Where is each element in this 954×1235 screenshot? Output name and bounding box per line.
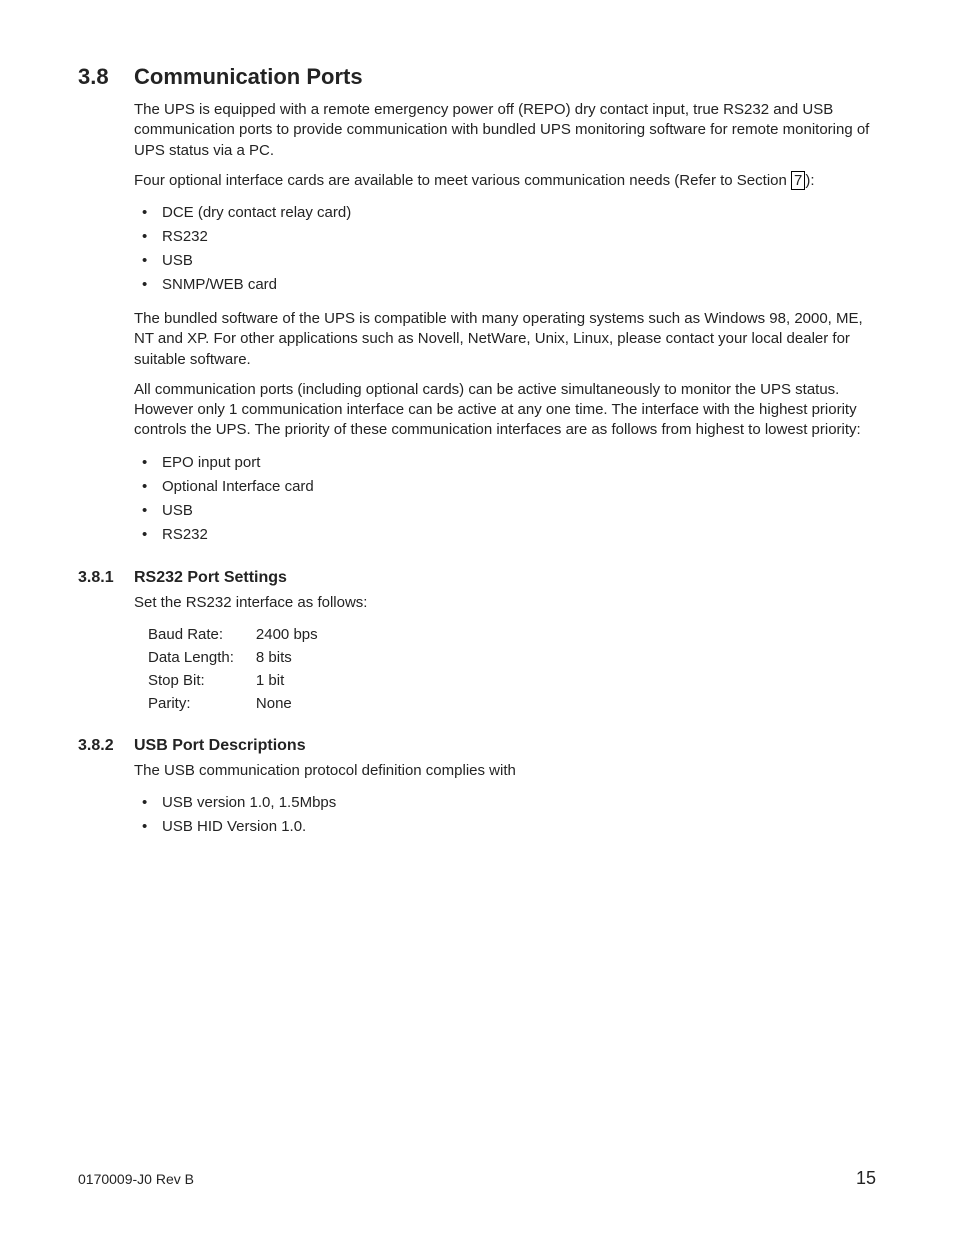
- list-item: Optional Interface card: [134, 475, 876, 499]
- paragraph: Four optional interface cards are availa…: [134, 171, 876, 191]
- section-title: Communication Ports: [134, 64, 363, 90]
- list-item: USB: [134, 249, 876, 273]
- list-item: USB HID Version 1.0.: [134, 815, 876, 839]
- setting-label: Stop Bit:: [148, 669, 256, 692]
- table-row: Stop Bit: 1 bit: [148, 669, 340, 692]
- text: Four optional interface cards are availa…: [134, 172, 791, 189]
- table-row: Parity: None: [148, 692, 340, 715]
- list-item: RS232: [134, 225, 876, 249]
- setting-label: Baud Rate:: [148, 623, 256, 646]
- paragraph: The bundled software of the UPS is compa…: [134, 309, 876, 370]
- section-body: The UPS is equipped with a remote emerge…: [134, 100, 876, 547]
- usb-compliance-list: USB version 1.0, 1.5Mbps USB HID Version…: [134, 791, 876, 839]
- setting-value: 2400 bps: [256, 623, 340, 646]
- subsection-body: The USB communication protocol definitio…: [134, 761, 876, 839]
- setting-label: Data Length:: [148, 646, 256, 669]
- subsection-number: 3.8.2: [78, 737, 134, 755]
- table-row: Data Length: 8 bits: [148, 646, 340, 669]
- paragraph: Set the RS232 interface as follows:: [134, 593, 876, 613]
- list-item: USB: [134, 499, 876, 523]
- text: ):: [805, 172, 814, 189]
- section-number: 3.8: [78, 64, 134, 90]
- subsection-title: RS232 Port Settings: [134, 569, 287, 587]
- setting-value: 8 bits: [256, 646, 340, 669]
- list-item: DCE (dry contact relay card): [134, 201, 876, 225]
- section-heading: 3.8 Communication Ports: [78, 64, 876, 90]
- document-id: 0170009-J0 Rev B: [78, 1171, 194, 1187]
- setting-value: 1 bit: [256, 669, 340, 692]
- setting-value: None: [256, 692, 340, 715]
- page-footer: 0170009-J0 Rev B 15: [78, 1168, 876, 1189]
- subsection-body: Set the RS232 interface as follows: Baud…: [134, 593, 876, 715]
- interface-card-list: DCE (dry contact relay card) RS232 USB S…: [134, 201, 876, 297]
- subsection-heading: 3.8.1 RS232 Port Settings: [78, 569, 876, 587]
- rs232-settings-table: Baud Rate: 2400 bps Data Length: 8 bits …: [148, 623, 340, 715]
- subsection-title: USB Port Descriptions: [134, 737, 306, 755]
- list-item: EPO input port: [134, 451, 876, 475]
- priority-list: EPO input port Optional Interface card U…: [134, 451, 876, 547]
- table-row: Baud Rate: 2400 bps: [148, 623, 340, 646]
- list-item: SNMP/WEB card: [134, 273, 876, 297]
- paragraph: The UPS is equipped with a remote emerge…: [134, 100, 876, 161]
- subsection-heading: 3.8.2 USB Port Descriptions: [78, 737, 876, 755]
- list-item: RS232: [134, 523, 876, 547]
- list-item: USB version 1.0, 1.5Mbps: [134, 791, 876, 815]
- setting-label: Parity:: [148, 692, 256, 715]
- subsection-number: 3.8.1: [78, 569, 134, 587]
- page-number: 15: [856, 1168, 876, 1189]
- paragraph: All communication ports (including optio…: [134, 380, 876, 441]
- paragraph: The USB communication protocol definitio…: [134, 761, 876, 781]
- section-reference-link[interactable]: 7: [791, 171, 805, 190]
